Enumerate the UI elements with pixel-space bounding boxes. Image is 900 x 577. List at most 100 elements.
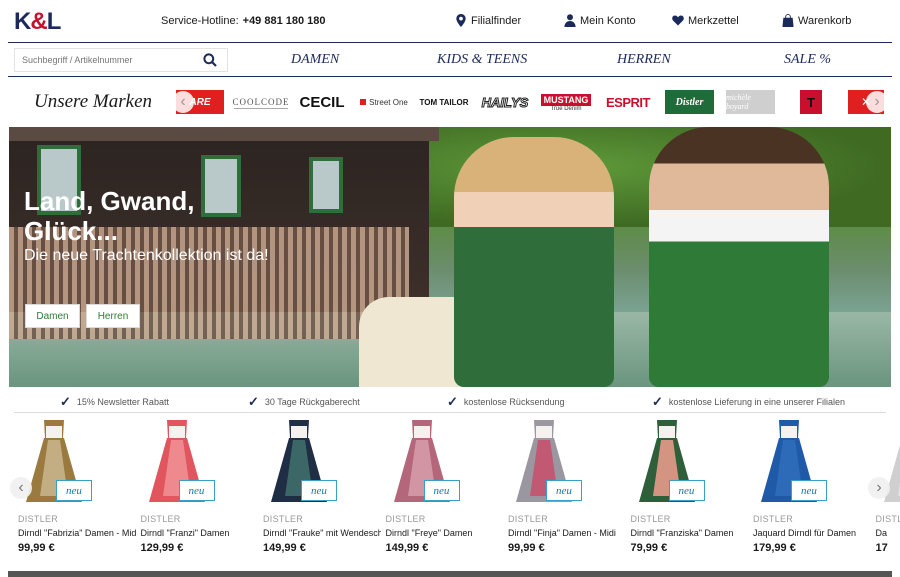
top-bar: K&L Service-Hotline: +49 881 180 180 Fili… [0, 0, 900, 42]
product-card[interactable]: neu DISTLER Dirndl "Finja" Damen - Midi 99,… [506, 418, 628, 558]
products-next-button[interactable]: › [868, 477, 890, 499]
brand-label: TOM TAILOR [419, 97, 469, 107]
new-badge: neu [423, 480, 460, 501]
product-brand: DISTLER [263, 514, 304, 524]
product-price: 129,99 € [140, 542, 184, 554]
product-name[interactable]: Dirndl "Finja" Damen - Midi [508, 528, 626, 538]
brands-title: Unsere Marken [34, 91, 153, 112]
hotline-number[interactable]: +49 881 180 180 [243, 15, 326, 27]
brand-label: T [807, 94, 815, 110]
product-card[interactable]: neu DISTLER Dirndl "Frauke" mit Wendesch..… [261, 418, 383, 558]
new-badge: neu [178, 480, 215, 501]
brand-logo-coolcode[interactable]: COOLCODE [232, 95, 290, 109]
new-badge: neu [301, 480, 337, 501]
brand-logo-distler[interactable]: Distler [665, 90, 714, 114]
product-price: 179,99 € [753, 542, 796, 554]
brands-next-button[interactable]: › [866, 91, 888, 113]
nav-herren[interactable]: HERREN [617, 52, 671, 68]
check-icon: ✓ [248, 394, 259, 409]
brand-label: COOLCODE [232, 96, 290, 107]
logo[interactable]: K&L [14, 8, 61, 36]
nav-kids-teens[interactable]: KIDS & TEENS [437, 52, 527, 68]
product-brand: DISTLER [875, 514, 900, 524]
product-name[interactable]: Jaquard Dirndl für Damen [753, 528, 871, 538]
hero-damen-button[interactable]: Damen [25, 304, 80, 328]
product-name[interactable]: Dirndl "Franziska" Damen [631, 528, 749, 538]
product-price: 99,99 € [508, 542, 545, 554]
product-name[interactable]: Dirndl "Frauke" mit Wendesch... [263, 528, 381, 538]
cart-label: Warenkorb [798, 14, 852, 27]
wishlist-link[interactable]: Merkzettel [672, 14, 739, 27]
brand-label: HAILYS [481, 94, 529, 110]
brand-logo-esprit[interactable]: ESPRIT [602, 90, 654, 114]
logo-amp: & [30, 8, 47, 35]
hero-man [649, 127, 829, 387]
product-name[interactable]: Dirndl "Fabrizia" Damen - Midi [18, 528, 136, 538]
search-icon[interactable] [203, 53, 217, 67]
store-finder-link[interactable]: Filialfinder [455, 14, 521, 27]
product-name[interactable]: Dirndl "Franzi" Damen [141, 528, 259, 538]
brand-logo-michele-boyard[interactable]: michèle boyard [726, 90, 775, 114]
new-badge: neu [546, 480, 582, 501]
product-price: 17 [875, 542, 888, 554]
account-link[interactable]: Mein Konto [564, 14, 636, 27]
hero-subtitle: Die neue Trachtenkollektion ist da! [24, 247, 269, 264]
hero-title: Land, Gwand, Glück... [24, 186, 195, 246]
brand-label: michèle boyard [726, 93, 751, 111]
brand-logo-mustang[interactable]: MUSTANG True Denim [540, 89, 592, 117]
cart-link[interactable]: Warenkorb [782, 14, 851, 27]
usp-divider [14, 412, 886, 413]
wishlist-label: Merkzettel [688, 14, 739, 27]
usp-item: ✓ 30 Tage Rückgaberecht [248, 394, 360, 410]
product-card[interactable]: neu DISTLER Dirndl "Freye" Damen 149,99 € [384, 418, 506, 558]
search-input[interactable] [15, 49, 195, 71]
products-prev-button[interactable]: ‹ [10, 477, 32, 499]
dress-blouse [46, 426, 62, 438]
dress-blouse [536, 426, 552, 438]
usp-label: 30 Tage Rückgaberecht [264, 397, 360, 407]
brand-label: MUSTANG [540, 94, 592, 106]
chevron-right-icon: › [876, 479, 882, 496]
brand-label: CECIL [299, 93, 345, 111]
product-brand: DISTLER [18, 514, 59, 524]
product-card[interactable]: neu DISTLER Dirndl "Franziska" Damen 79,99 … [629, 418, 751, 558]
location-pin-icon [456, 14, 466, 27]
product-price: 149,99 € [385, 542, 429, 554]
product-price: 79,99 € [630, 542, 668, 554]
product-price: 149,99 € [263, 542, 306, 554]
dress-blouse [291, 426, 307, 438]
product-card[interactable]: neu DISTLER Dirndl "Franzi" Damen 129,99 € [139, 418, 261, 558]
product-brand: DISTLER [508, 514, 549, 524]
nav-sale[interactable]: SALE % [784, 52, 831, 68]
brand-logo-t[interactable]: T [800, 90, 822, 114]
dress-blouse [413, 426, 430, 438]
brand-logo-hailys[interactable]: HAILYS [480, 90, 530, 114]
brand-label: ESPRIT [606, 94, 650, 110]
brands-prev-button[interactable]: ‹ [172, 91, 194, 113]
hero-herren-button[interactable]: Herren [86, 304, 140, 328]
service-hotline: Service-Hotline: +49 881 180 180 [161, 15, 326, 27]
nav-damen[interactable]: DAMEN [291, 52, 339, 68]
product-card[interactable]: neu DISTLER Jaquard Dirndl für Damen 179,99… [751, 418, 873, 558]
search-box [14, 48, 228, 72]
user-icon [564, 14, 576, 27]
product-price: 99,99 € [18, 542, 55, 554]
header-divider [8, 42, 892, 43]
heart-icon [672, 15, 684, 26]
chevron-right-icon: › [874, 93, 880, 110]
brand-label: Street One [369, 97, 408, 107]
product-card[interactable]: neu DISTLER Dirndl "Fabrizia" Damen - Midi… [16, 418, 138, 558]
brand-logo-tom-tailor[interactable]: TOM TAILOR [418, 90, 470, 114]
footer-bar [8, 571, 892, 577]
usp-label: 15% Newsletter Rabatt [76, 397, 169, 407]
new-badge: neu [668, 480, 705, 501]
product-name[interactable]: Da [876, 528, 900, 538]
brand-logo-street-one[interactable]: Street One [358, 90, 410, 114]
product-name[interactable]: Dirndl "Freye" Damen [386, 528, 504, 538]
hero-woman [454, 137, 614, 387]
product-brand: DISTLER [140, 514, 181, 524]
usp-label: kostenlose Lieferung in eine unserer Fil… [668, 397, 846, 407]
check-icon: ✓ [652, 394, 663, 409]
brand-logo-cecil[interactable]: CECIL [297, 90, 347, 114]
usp-item: ✓ kostenlose Rücksendung [447, 394, 564, 410]
